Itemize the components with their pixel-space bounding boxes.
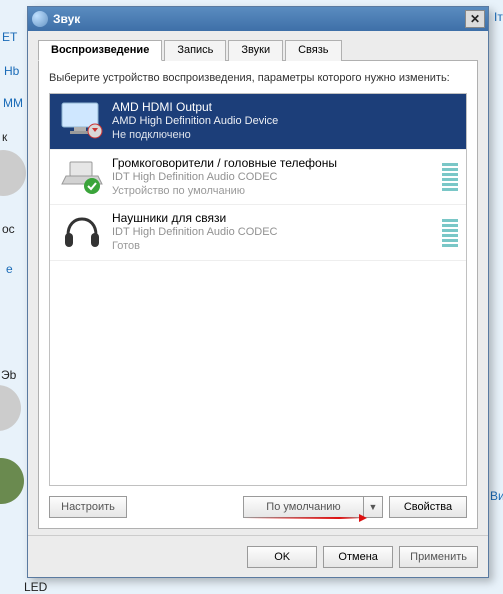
backdrop-text: Bи [490, 489, 503, 503]
cancel-button[interactable]: Отмена [323, 546, 393, 568]
monitor-icon [58, 100, 106, 140]
tab-playback[interactable]: Воспроизведение [38, 40, 162, 61]
backdrop-text: Iт [494, 10, 503, 24]
device-status: Не подключено [112, 129, 458, 143]
apply-button[interactable]: Применить [399, 546, 478, 568]
titlebar[interactable]: Звук ✕ [28, 7, 488, 31]
dialog-footer: OK Отмена Применить [28, 535, 488, 577]
configure-button[interactable]: Настроить [49, 496, 127, 518]
sound-dialog: Звук ✕ Воспроизведение Запись Звуки Связ… [27, 6, 489, 578]
backdrop-text: LED [24, 580, 47, 594]
tab-sounds[interactable]: Звуки [228, 40, 283, 61]
backdrop-text: ЕТ [2, 30, 17, 44]
device-item-hdmi[interactable]: AMD HDMI Output AMD High Definition Audi… [50, 94, 466, 150]
backdrop-image [0, 385, 21, 431]
tab-strip: Воспроизведение Запись Звуки Связь [38, 39, 478, 61]
set-default-button[interactable]: По умолчанию [243, 496, 363, 518]
tab-communications[interactable]: Связь [285, 40, 341, 61]
level-meter [442, 211, 458, 254]
backdrop-text: oc [2, 222, 15, 236]
laptop-speaker-icon [58, 156, 106, 196]
speaker-icon [32, 11, 48, 27]
device-item-speakers[interactable]: Громкоговорители / головные телефоны IDT… [50, 150, 466, 206]
backdrop-text: к [2, 130, 7, 144]
backdrop-text: e [6, 262, 13, 276]
dialog-body: Воспроизведение Запись Звуки Связь Выбер… [28, 31, 488, 535]
backdrop-text: Hb [4, 64, 19, 78]
backdrop-text: Эb [1, 368, 16, 382]
device-desc: AMD High Definition Audio Device [112, 115, 458, 129]
device-status: Готов [112, 240, 438, 254]
properties-button[interactable]: Свойства [389, 496, 467, 518]
backdrop-image [0, 458, 24, 504]
headphones-icon [58, 211, 106, 251]
device-name: Громкоговорители / головные телефоны [112, 156, 438, 171]
backdrop-image [0, 150, 26, 196]
instruction-text: Выберите устройство воспроизведения, пар… [49, 71, 467, 85]
device-item-headphones[interactable]: Наушники для связи IDT High Definition A… [50, 205, 466, 261]
tab-page-playback: Выберите устройство воспроизведения, пар… [38, 61, 478, 529]
ok-button[interactable]: OK [247, 546, 317, 568]
device-list[interactable]: AMD HDMI Output AMD High Definition Audi… [49, 93, 467, 486]
device-buttons: Настроить По умолчанию ▼ Свойства [49, 496, 467, 518]
tab-recording[interactable]: Запись [164, 40, 226, 61]
annotation-arrow [244, 517, 363, 519]
device-name: Наушники для связи [112, 211, 438, 226]
device-status: Устройство по умолчанию [112, 185, 438, 199]
device-desc: IDT High Definition Audio CODEC [112, 171, 438, 185]
backdrop-text: MM [3, 96, 23, 110]
device-desc: IDT High Definition Audio CODEC [112, 226, 438, 240]
device-name: AMD HDMI Output [112, 100, 458, 115]
level-meter [442, 156, 458, 199]
set-default-split-button[interactable]: По умолчанию ▼ [243, 496, 383, 518]
close-button[interactable]: ✕ [465, 10, 485, 28]
window-title: Звук [48, 12, 465, 26]
